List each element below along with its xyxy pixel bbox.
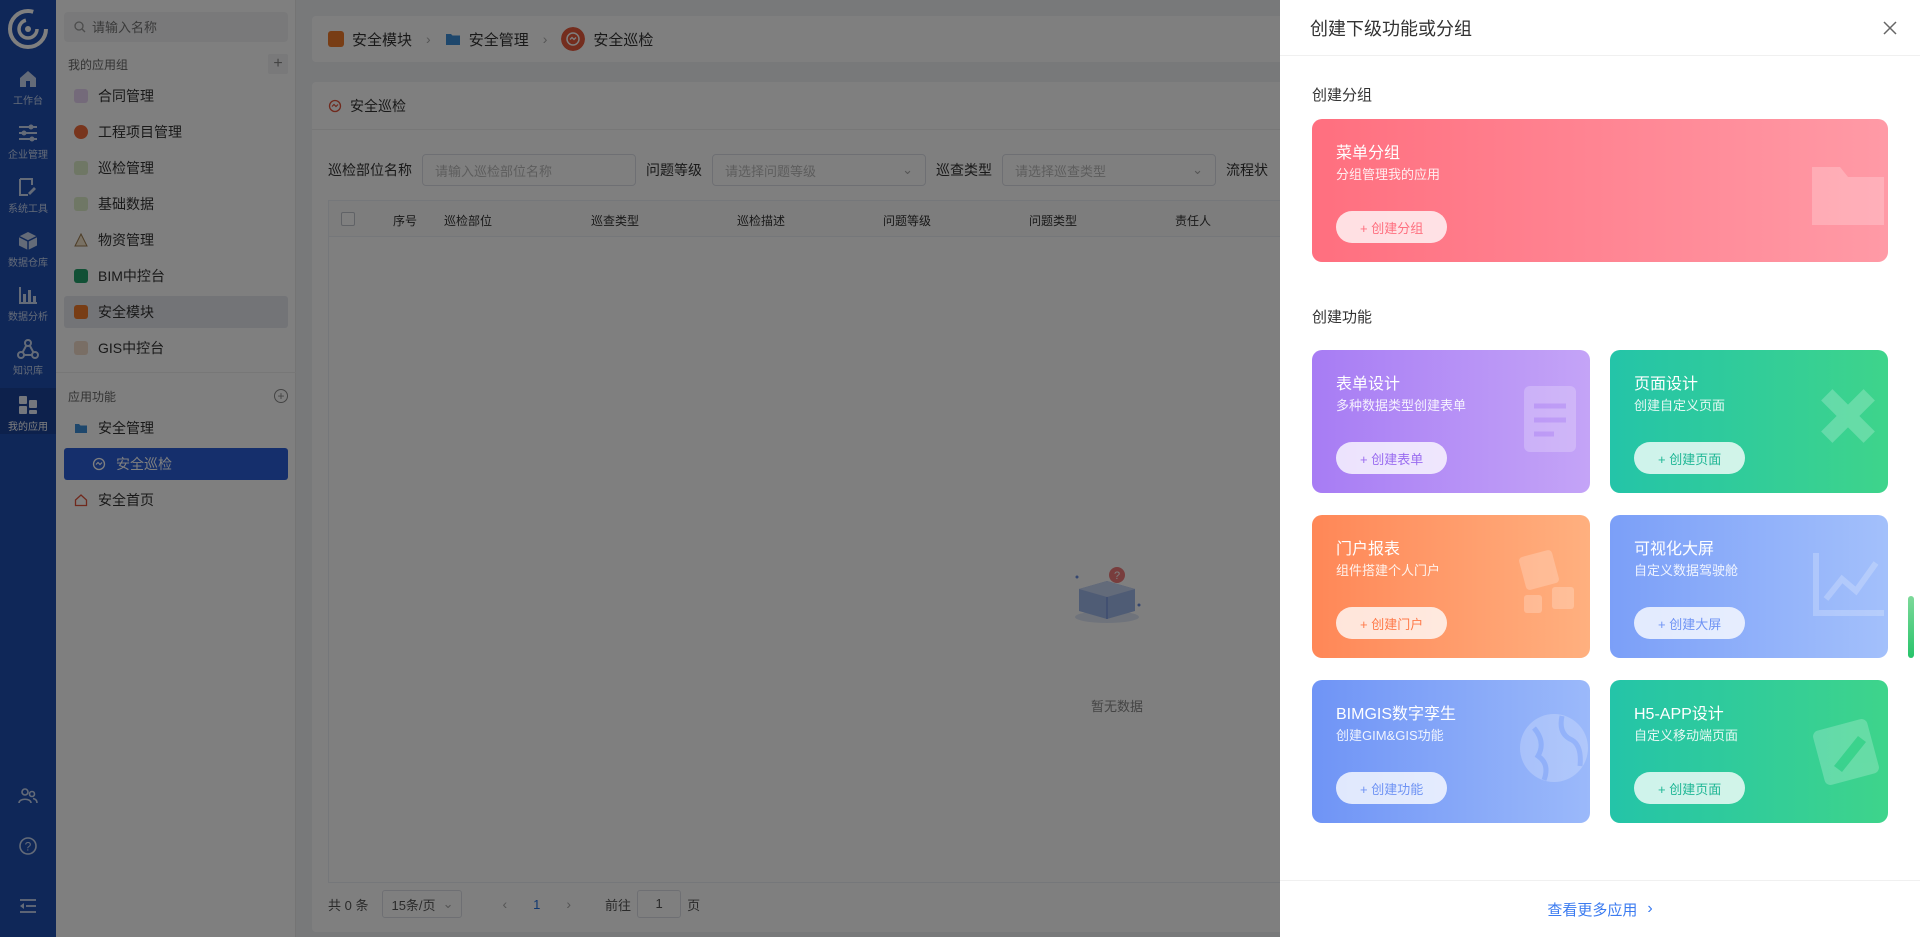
- function-section-title: 创建功能: [1312, 309, 1373, 326]
- card-subtitle: 创建GIM&GIS功能: [1336, 728, 1444, 743]
- edit-icon: [1813, 719, 1879, 785]
- create-screen-button[interactable]: + 创建大屏: [1634, 607, 1746, 639]
- more-apps-link[interactable]: 查看更多应用: [1547, 899, 1637, 920]
- card-h5-app[interactable]: H5-APP设计 自定义移动端页面 + 创建页面: [1610, 680, 1888, 823]
- globe-icon: [1520, 714, 1588, 782]
- drawer-footer: 查看更多应用 ›: [1280, 880, 1920, 937]
- card-title: H5-APP设计: [1634, 706, 1724, 723]
- card-subtitle: 自定义数据驾驶舱: [1634, 563, 1739, 578]
- drawer-scrollbar[interactable]: [1908, 596, 1914, 658]
- chart-icon: [1813, 553, 1884, 616]
- group-section-title: 创建分组: [1312, 87, 1373, 104]
- card-subtitle: 创建自定义页面: [1634, 398, 1726, 413]
- close-icon[interactable]: [1880, 18, 1900, 38]
- card-visual-screen[interactable]: 可视化大屏 自定义数据驾驶舱 + 创建大屏: [1610, 515, 1888, 658]
- card-subtitle: 分组管理我的应用: [1336, 167, 1441, 182]
- card-menu-group[interactable]: 菜单分组 分组管理我的应用 + 创建分组: [1312, 119, 1888, 262]
- card-portal-report[interactable]: 门户报表 组件搭建个人门户 + 创建门户: [1312, 515, 1590, 658]
- create-drawer: 创建下级功能或分组 创建分组 菜单分组 分组管理我的应用 + 创建分组 创建功能…: [1280, 0, 1920, 937]
- create-page-button[interactable]: + 创建页面: [1634, 442, 1746, 474]
- create-portal-button[interactable]: + 创建门户: [1336, 607, 1448, 639]
- card-title: 页面设计: [1634, 376, 1699, 393]
- drawer-header: 创建下级功能或分组: [1280, 0, 1920, 56]
- card-title: BIMGIS数字孪生: [1336, 706, 1457, 723]
- card-bimgis-twin[interactable]: BIMGIS数字孪生 创建GIM&GIS功能 + 创建功能: [1312, 680, 1590, 823]
- form-icon: [1524, 386, 1576, 452]
- card-title: 表单设计: [1336, 376, 1401, 393]
- create-group-button[interactable]: + 创建分组: [1336, 211, 1448, 243]
- chevron-right-icon[interactable]: ›: [1647, 900, 1652, 918]
- card-title: 可视化大屏: [1634, 541, 1715, 558]
- card-subtitle: 多种数据类型创建表单: [1336, 398, 1467, 413]
- folder-icon: [1812, 167, 1884, 225]
- card-page-design[interactable]: 页面设计 创建自定义页面 + 创建页面: [1610, 350, 1888, 493]
- drawer-overlay[interactable]: [0, 0, 1280, 937]
- create-form-button[interactable]: + 创建表单: [1336, 442, 1448, 474]
- card-title: 菜单分组: [1336, 145, 1401, 162]
- card-title: 门户报表: [1336, 541, 1401, 558]
- create-h5-page-button[interactable]: + 创建页面: [1634, 772, 1746, 804]
- create-function-button[interactable]: + 创建功能: [1336, 772, 1448, 804]
- drawer-title: 创建下级功能或分组: [1310, 18, 1472, 39]
- card-subtitle: 自定义移动端页面: [1634, 728, 1739, 743]
- ruler-pencil-icon: [1821, 389, 1875, 443]
- card-form-design[interactable]: 表单设计 多种数据类型创建表单 + 创建表单: [1312, 350, 1590, 493]
- blocks-icon: [1519, 550, 1574, 613]
- card-subtitle: 组件搭建个人门户: [1336, 563, 1441, 578]
